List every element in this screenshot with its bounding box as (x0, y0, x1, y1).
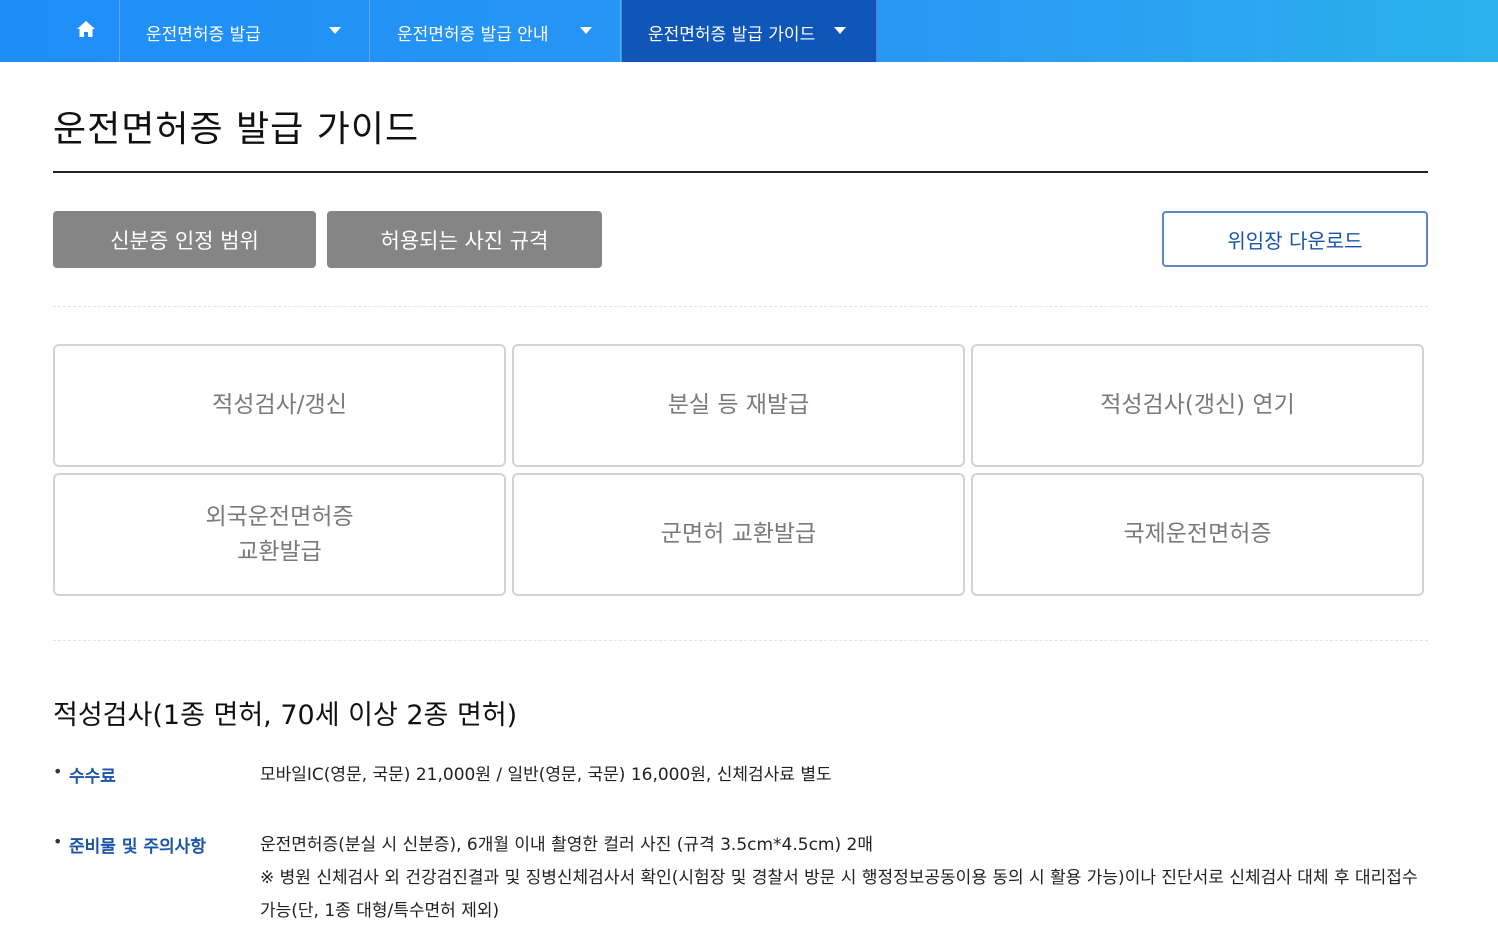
nav-menu-label: 운전면허증 발급 가이드 (648, 25, 816, 45)
chevron-down-icon (580, 27, 592, 34)
requirements-value: 운전면허증(분실 시 신분증), 6개월 이내 촬영한 컬러 사진 (규격 3.… (260, 829, 1435, 928)
card-aptitude-test-renewal[interactable]: 적성검사/갱신 (53, 344, 506, 467)
id-scope-button[interactable]: 신분증 인정 범위 (53, 211, 316, 268)
proxy-download-button[interactable]: 위임장 다운로드 (1162, 211, 1428, 267)
requirements-label: 준비물 및 주의사항 (69, 837, 206, 857)
card-military-license-exchange[interactable]: 군면허 교환발급 (512, 473, 965, 596)
fee-label: 수수료 (69, 767, 116, 787)
card-international-license[interactable]: 국제운전면허증 (971, 473, 1424, 596)
title-divider (53, 171, 1428, 173)
bullet: • (53, 832, 63, 851)
chevron-down-icon (329, 27, 341, 34)
card-foreign-license-exchange[interactable]: 외국운전면허증 교환발급 (53, 473, 506, 596)
nav-menu-issuance-guide[interactable]: 운전면허증 발급 가이드 (622, 0, 877, 62)
section-divider (53, 306, 1428, 307)
card-reissue-lost[interactable]: 분실 등 재발급 (512, 344, 965, 467)
page-title: 운전면허증 발급 가이드 (53, 109, 420, 150)
nav-menu-label: 운전면허증 발급 (146, 25, 261, 45)
section-title: 적성검사(1종 면허, 70세 이상 2종 면허) (53, 700, 518, 731)
section-divider (53, 640, 1428, 641)
fee-value: 모바일IC(영문, 국문) 21,000원 / 일반(영문, 국문) 16,00… (260, 765, 832, 785)
photo-spec-button[interactable]: 허용되는 사진 규격 (327, 211, 602, 268)
home-button[interactable] (53, 0, 120, 62)
nav-menu-issuance-info[interactable]: 운전면허증 발급 안내 (371, 0, 621, 62)
card-renewal-postpone[interactable]: 적성검사(갱신) 연기 (971, 344, 1424, 467)
home-icon (76, 19, 96, 43)
bullet: • (53, 762, 63, 781)
nav-menu-license-issuance[interactable]: 운전면허증 발급 (120, 0, 370, 62)
chevron-down-icon (834, 27, 846, 34)
requirements-note: ※ 병원 신체검사 외 건강검진결과 및 징병신체검사서 확인(시험장 및 경찰… (260, 868, 1418, 921)
requirements-text: 운전면허증(분실 시 신분증), 6개월 이내 촬영한 컬러 사진 (규격 3.… (260, 835, 873, 855)
nav-menu-label: 운전면허증 발급 안내 (397, 25, 549, 45)
top-navigation-bar: 운전면허증 발급 운전면허증 발급 안내 운전면허증 발급 가이드 (0, 0, 1498, 62)
